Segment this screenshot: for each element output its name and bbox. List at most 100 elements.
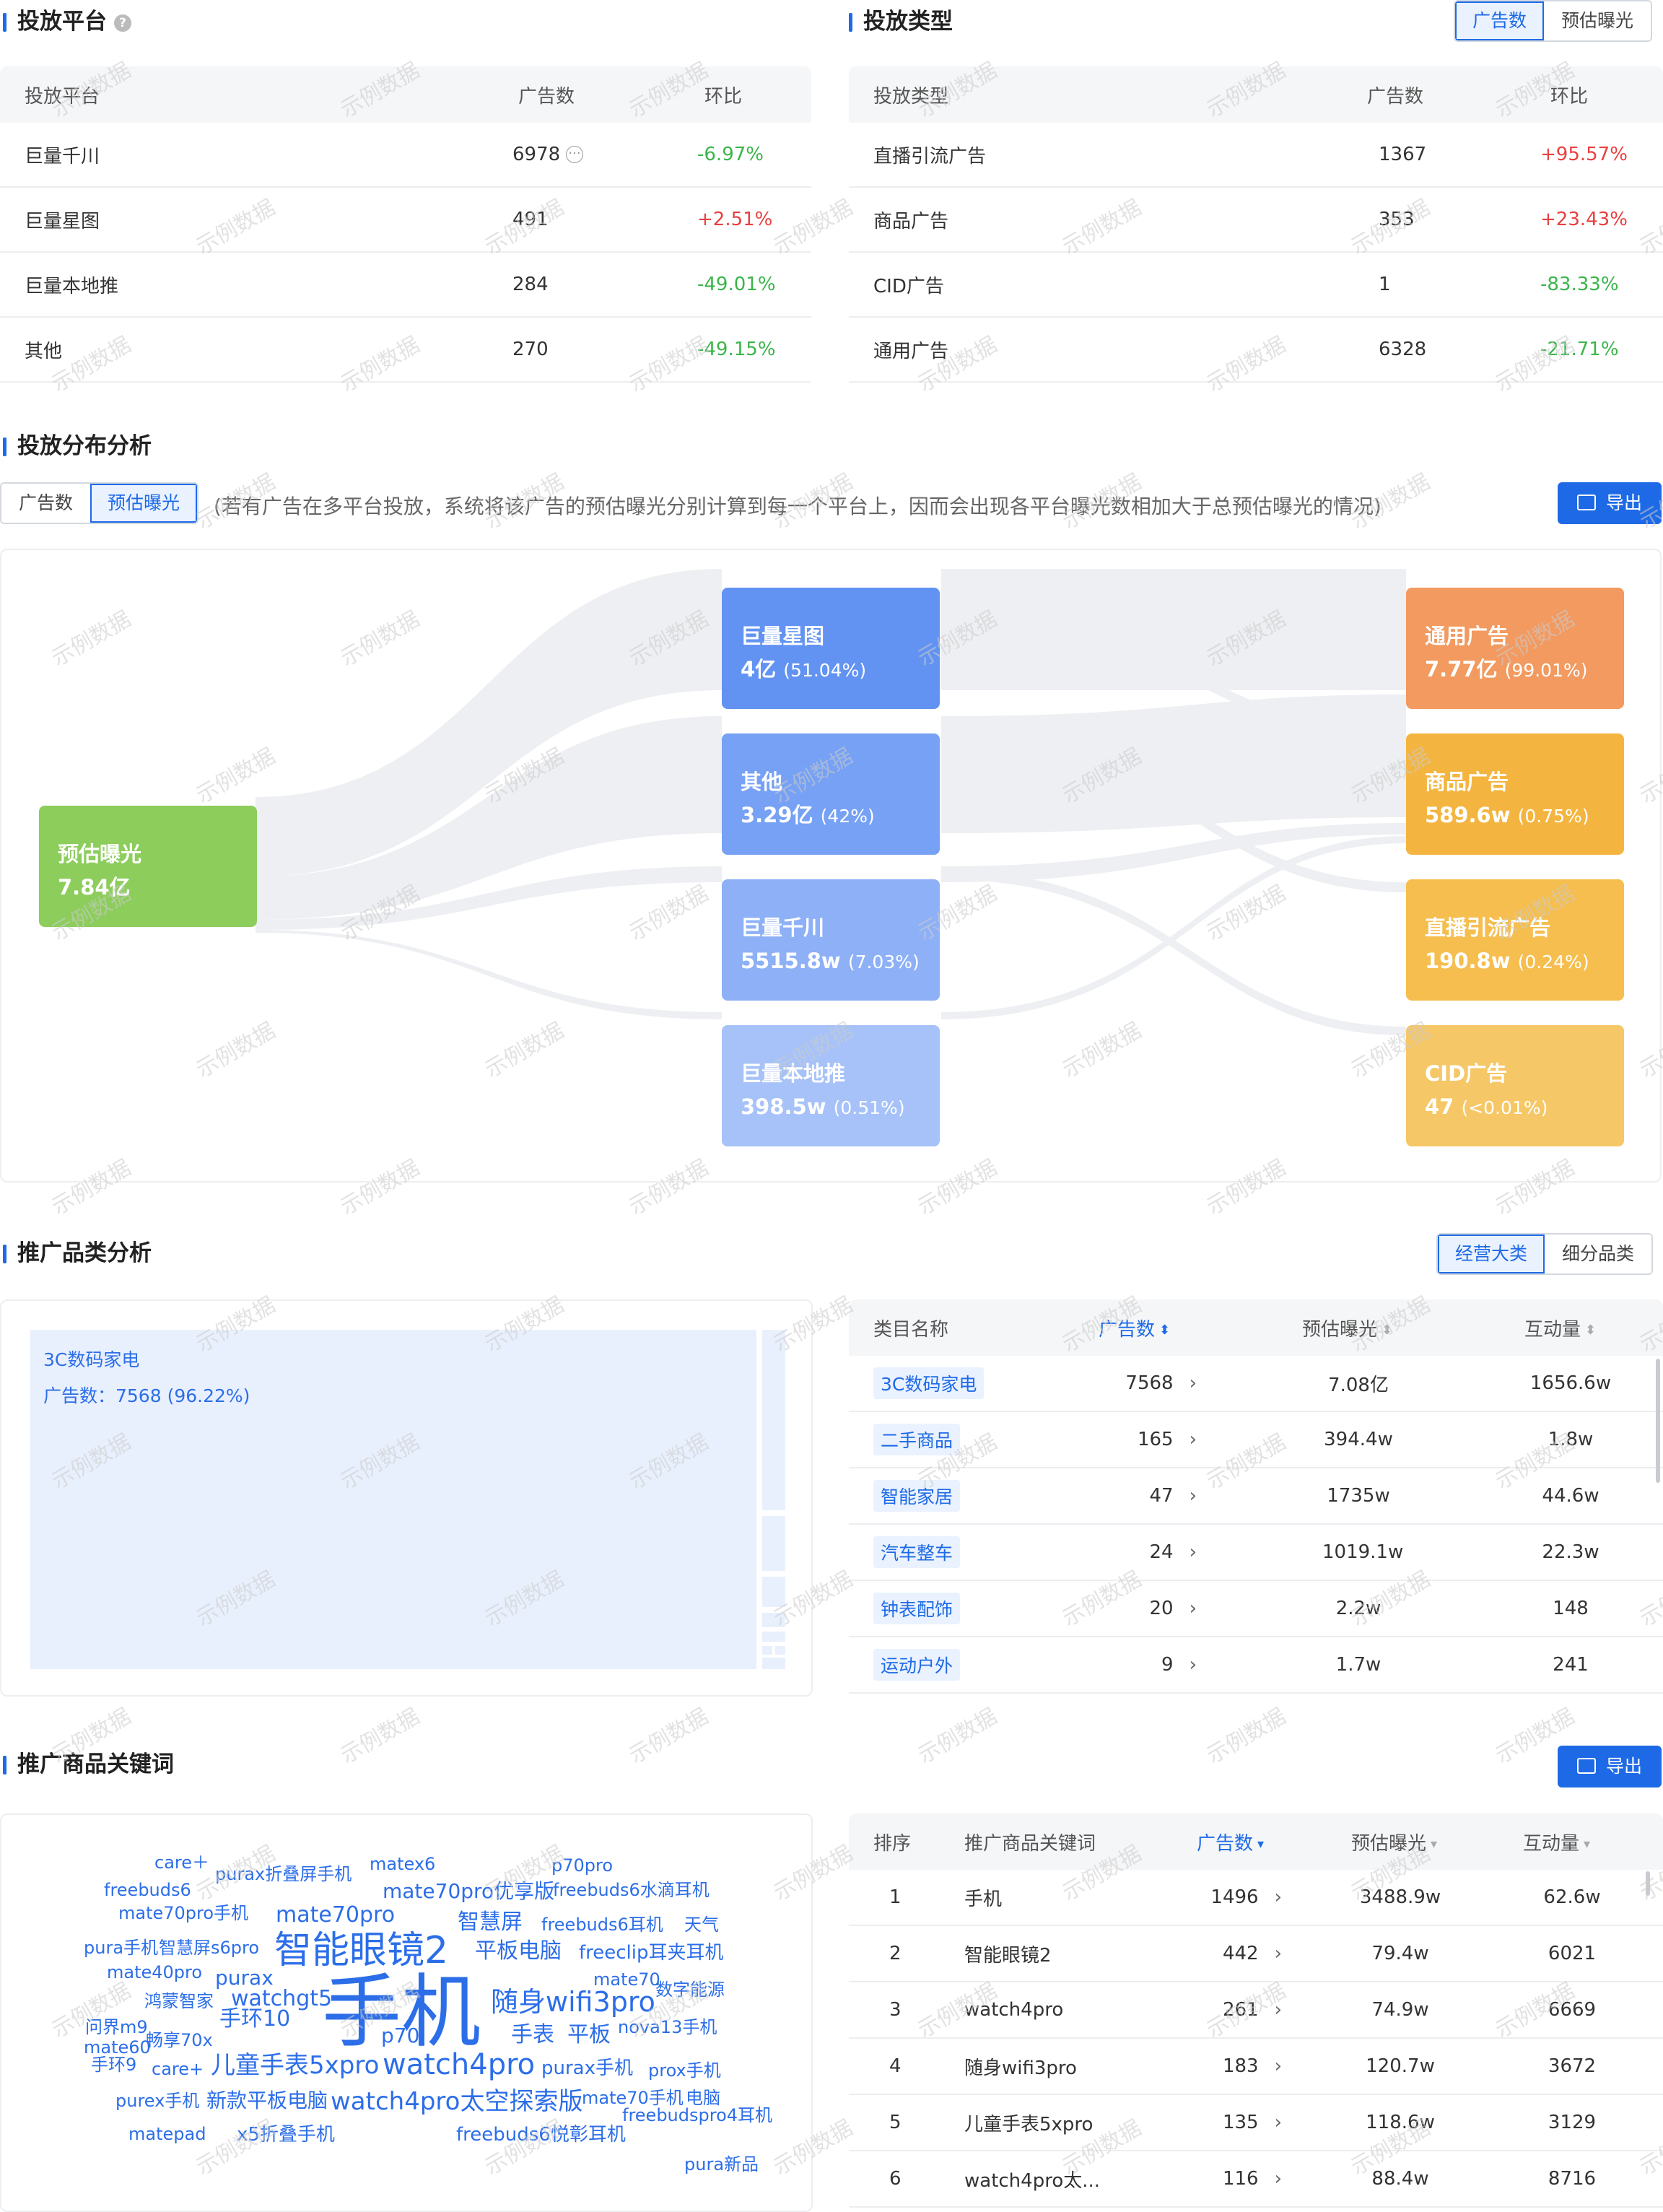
toggle-major[interactable]: 经营大类 xyxy=(1438,1235,1545,1273)
cloud-word[interactable]: watch4pro xyxy=(383,2050,535,2079)
cloud-word[interactable]: 问界m9 xyxy=(85,2019,148,2036)
count-cell[interactable]: 7568 › xyxy=(1103,1372,1197,1394)
cloud-word[interactable]: nova13手机 xyxy=(618,2019,717,2036)
toggle-exposure[interactable]: 预估曝光 xyxy=(1544,1,1651,40)
cloud-word[interactable]: mate70pro xyxy=(276,1904,395,1926)
cloud-word[interactable]: mate60 xyxy=(84,2039,151,2056)
toggle-exposure[interactable]: 预估曝光 xyxy=(90,484,198,523)
cloud-word[interactable]: mate40pro xyxy=(107,1964,202,1981)
sankey-node-type[interactable]: 通用广告 7.77亿 (99.01%) xyxy=(1406,588,1624,709)
cloud-word[interactable]: freebudspro4耳机 xyxy=(622,2107,772,2124)
toggle-count[interactable]: 广告数 xyxy=(1455,1,1545,40)
chevron-right-icon[interactable]: › xyxy=(1190,1654,1197,1676)
sankey-node-platform[interactable]: 其他 3.29亿 (42%) xyxy=(722,733,940,855)
scrollbar[interactable] xyxy=(1646,1871,1650,1896)
cloud-word[interactable]: pura手机 xyxy=(84,1939,158,1956)
cloud-word[interactable]: 随身wifi3pro xyxy=(491,1988,655,2016)
cloud-word[interactable]: pura新品 xyxy=(684,2156,759,2173)
cloud-word[interactable]: freebuds6 xyxy=(104,1881,191,1899)
table-row[interactable]: CID广告 1 -83.33% xyxy=(849,253,1663,318)
col-count[interactable]: 广告数 ▾ xyxy=(1197,1829,1264,1855)
cloud-word[interactable]: 数字能源 xyxy=(655,1981,725,1998)
cloud-word[interactable]: 新款平板电脑 xyxy=(206,2091,328,2111)
sankey-node-type[interactable]: 直播引流广告 190.8w (0.24%) xyxy=(1406,879,1624,1001)
sankey-node-platform[interactable]: 巨量千川 5515.8w (7.03%) xyxy=(722,879,940,1001)
treemap-small-6[interactable] xyxy=(762,1646,772,1655)
treemap-small-4[interactable] xyxy=(762,1613,785,1627)
chevron-right-icon[interactable]: › xyxy=(1190,1485,1197,1507)
cloud-word[interactable]: 电脑 xyxy=(686,2089,720,2107)
treemap-small-3[interactable] xyxy=(762,1577,785,1607)
cloud-word[interactable]: mate70手机 xyxy=(582,2089,684,2107)
table-row[interactable]: 巨量本地推 284 -49.01% xyxy=(0,253,811,318)
table-row[interactable]: 直播引流广告 1367 +95.57% xyxy=(849,123,1663,188)
chevron-right-icon[interactable]: › xyxy=(1190,1372,1197,1394)
cloud-word[interactable]: 智慧屏 xyxy=(458,1912,523,1933)
cloud-word[interactable]: 儿童手表5xpro xyxy=(211,2053,379,2078)
cloud-word[interactable]: 手环10 xyxy=(219,2008,290,2030)
table-row[interactable]: 1 手机 1496 › 3488.9w 62.6w xyxy=(849,1870,1663,1926)
cloud-word[interactable]: purax xyxy=(215,1968,274,1988)
export-button[interactable]: 导出 xyxy=(1558,482,1662,524)
cloud-word[interactable]: care+ xyxy=(152,2060,204,2078)
col-count[interactable]: 广告数 ⬍ xyxy=(1099,1315,1170,1341)
cloud-word[interactable]: freebuds6耳机 xyxy=(541,1916,663,1933)
table-row[interactable]: 汽车整车 24 › 1019.1w 22.3w xyxy=(849,1525,1663,1581)
table-row[interactable]: 6 watch4pro太... 116 › 88.4w 8716 xyxy=(849,2151,1663,2208)
sankey-node-platform[interactable]: 巨量本地推 398.5w (0.51%) xyxy=(722,1025,940,1146)
count-cell[interactable]: 116 › xyxy=(1188,2168,1282,2190)
treemap-small-5[interactable] xyxy=(762,1632,785,1642)
cloud-word[interactable]: 智能眼镜2 xyxy=(274,1932,448,1969)
category-tag[interactable]: 二手商品 xyxy=(873,1424,961,1455)
cloud-word[interactable]: mate70pro手机 xyxy=(118,1904,248,1922)
export-button[interactable]: 导出 xyxy=(1558,1746,1662,1788)
cloud-word[interactable]: watch4pro太空探索版 xyxy=(331,2089,582,2114)
cloud-word[interactable]: matepad xyxy=(128,2125,206,2143)
col-exposure[interactable]: 预估曝光 ⬍ xyxy=(1302,1315,1392,1341)
cloud-word[interactable]: freebuds6悦彰耳机 xyxy=(456,2125,626,2144)
count-cell[interactable]: 47 › xyxy=(1103,1485,1197,1507)
col-exposure[interactable]: 预估曝光 ▾ xyxy=(1351,1829,1437,1855)
cloud-word[interactable]: mate70pro优享版 xyxy=(383,1881,554,1902)
sankey-node-type[interactable]: 商品广告 589.6w (0.75%) xyxy=(1406,733,1624,855)
table-row[interactable]: 运动户外 9 › 1.7w 241 xyxy=(849,1637,1663,1694)
cloud-word[interactable]: purax折叠屏手机 xyxy=(215,1865,352,1883)
count-cell[interactable]: 1496 › xyxy=(1188,1886,1282,1908)
count-cell[interactable]: 9 › xyxy=(1103,1654,1197,1676)
chevron-right-icon[interactable]: › xyxy=(1190,1598,1197,1619)
table-row[interactable]: 巨量千川 6978 ··· -6.97% xyxy=(0,123,811,188)
cloud-word[interactable]: 鸿蒙智家 xyxy=(144,1993,214,2010)
table-row[interactable]: 通用广告 6328 -21.71% xyxy=(849,318,1663,383)
table-row[interactable]: 商品广告 353 +23.43% xyxy=(849,188,1663,253)
sankey-node-source[interactable]: 预估曝光 7.84亿 xyxy=(39,806,257,927)
category-tag[interactable]: 汽车整车 xyxy=(873,1536,961,1568)
table-row[interactable]: 3 watch4pro 261 › 74.9w 6669 xyxy=(849,1982,1663,2039)
toggle-count[interactable]: 广告数 xyxy=(1,484,91,523)
count-cell[interactable]: 261 › xyxy=(1188,1999,1282,2021)
treemap-main-block[interactable]: 3C数码家电 广告数：7568 (96.22%) xyxy=(30,1330,756,1669)
cloud-word[interactable]: 天气 xyxy=(684,1916,719,1933)
table-row[interactable]: 巨量星图 491 +2.51% xyxy=(0,188,811,253)
cloud-word[interactable]: p70 xyxy=(381,2026,419,2046)
count-cell[interactable]: 442 › xyxy=(1188,1943,1282,1964)
chevron-right-icon[interactable]: › xyxy=(1275,2055,1282,2077)
chevron-right-icon[interactable]: › xyxy=(1275,1999,1282,2021)
table-row[interactable]: 4 随身wifi3pro 183 › 120.7w 3672 xyxy=(849,2039,1663,2095)
treemap-small-7[interactable] xyxy=(775,1646,785,1655)
chevron-right-icon[interactable]: › xyxy=(1190,1429,1197,1450)
cloud-word[interactable]: 平板电脑 xyxy=(475,1941,562,1962)
cloud-word[interactable]: 智慧屏s6pro xyxy=(159,1939,259,1956)
cloud-word[interactable]: 畅享70x xyxy=(146,2032,213,2049)
col-interact[interactable]: 互动量 ⬍ xyxy=(1524,1315,1596,1341)
category-tag[interactable]: 3C数码家电 xyxy=(873,1367,985,1399)
table-row[interactable]: 智能家居 47 › 1735w 44.6w xyxy=(849,1468,1663,1525)
table-row[interactable]: 5 儿童手表5xpro 135 › 118.6w 3129 xyxy=(849,2095,1663,2151)
cloud-word[interactable]: care＋ xyxy=(154,1854,209,1871)
category-tag[interactable]: 钟表配饰 xyxy=(873,1593,961,1624)
count-cell[interactable]: 165 › xyxy=(1103,1429,1197,1450)
help-icon[interactable]: ? xyxy=(114,14,131,32)
table-row[interactable]: 3C数码家电 7568 › 7.08亿 1656.6w xyxy=(849,1356,1663,1412)
cloud-word[interactable]: x5折叠手机 xyxy=(237,2125,335,2144)
chevron-right-icon[interactable]: › xyxy=(1275,2168,1282,2190)
cloud-word[interactable]: freebuds6水滴耳机 xyxy=(553,1881,710,1899)
